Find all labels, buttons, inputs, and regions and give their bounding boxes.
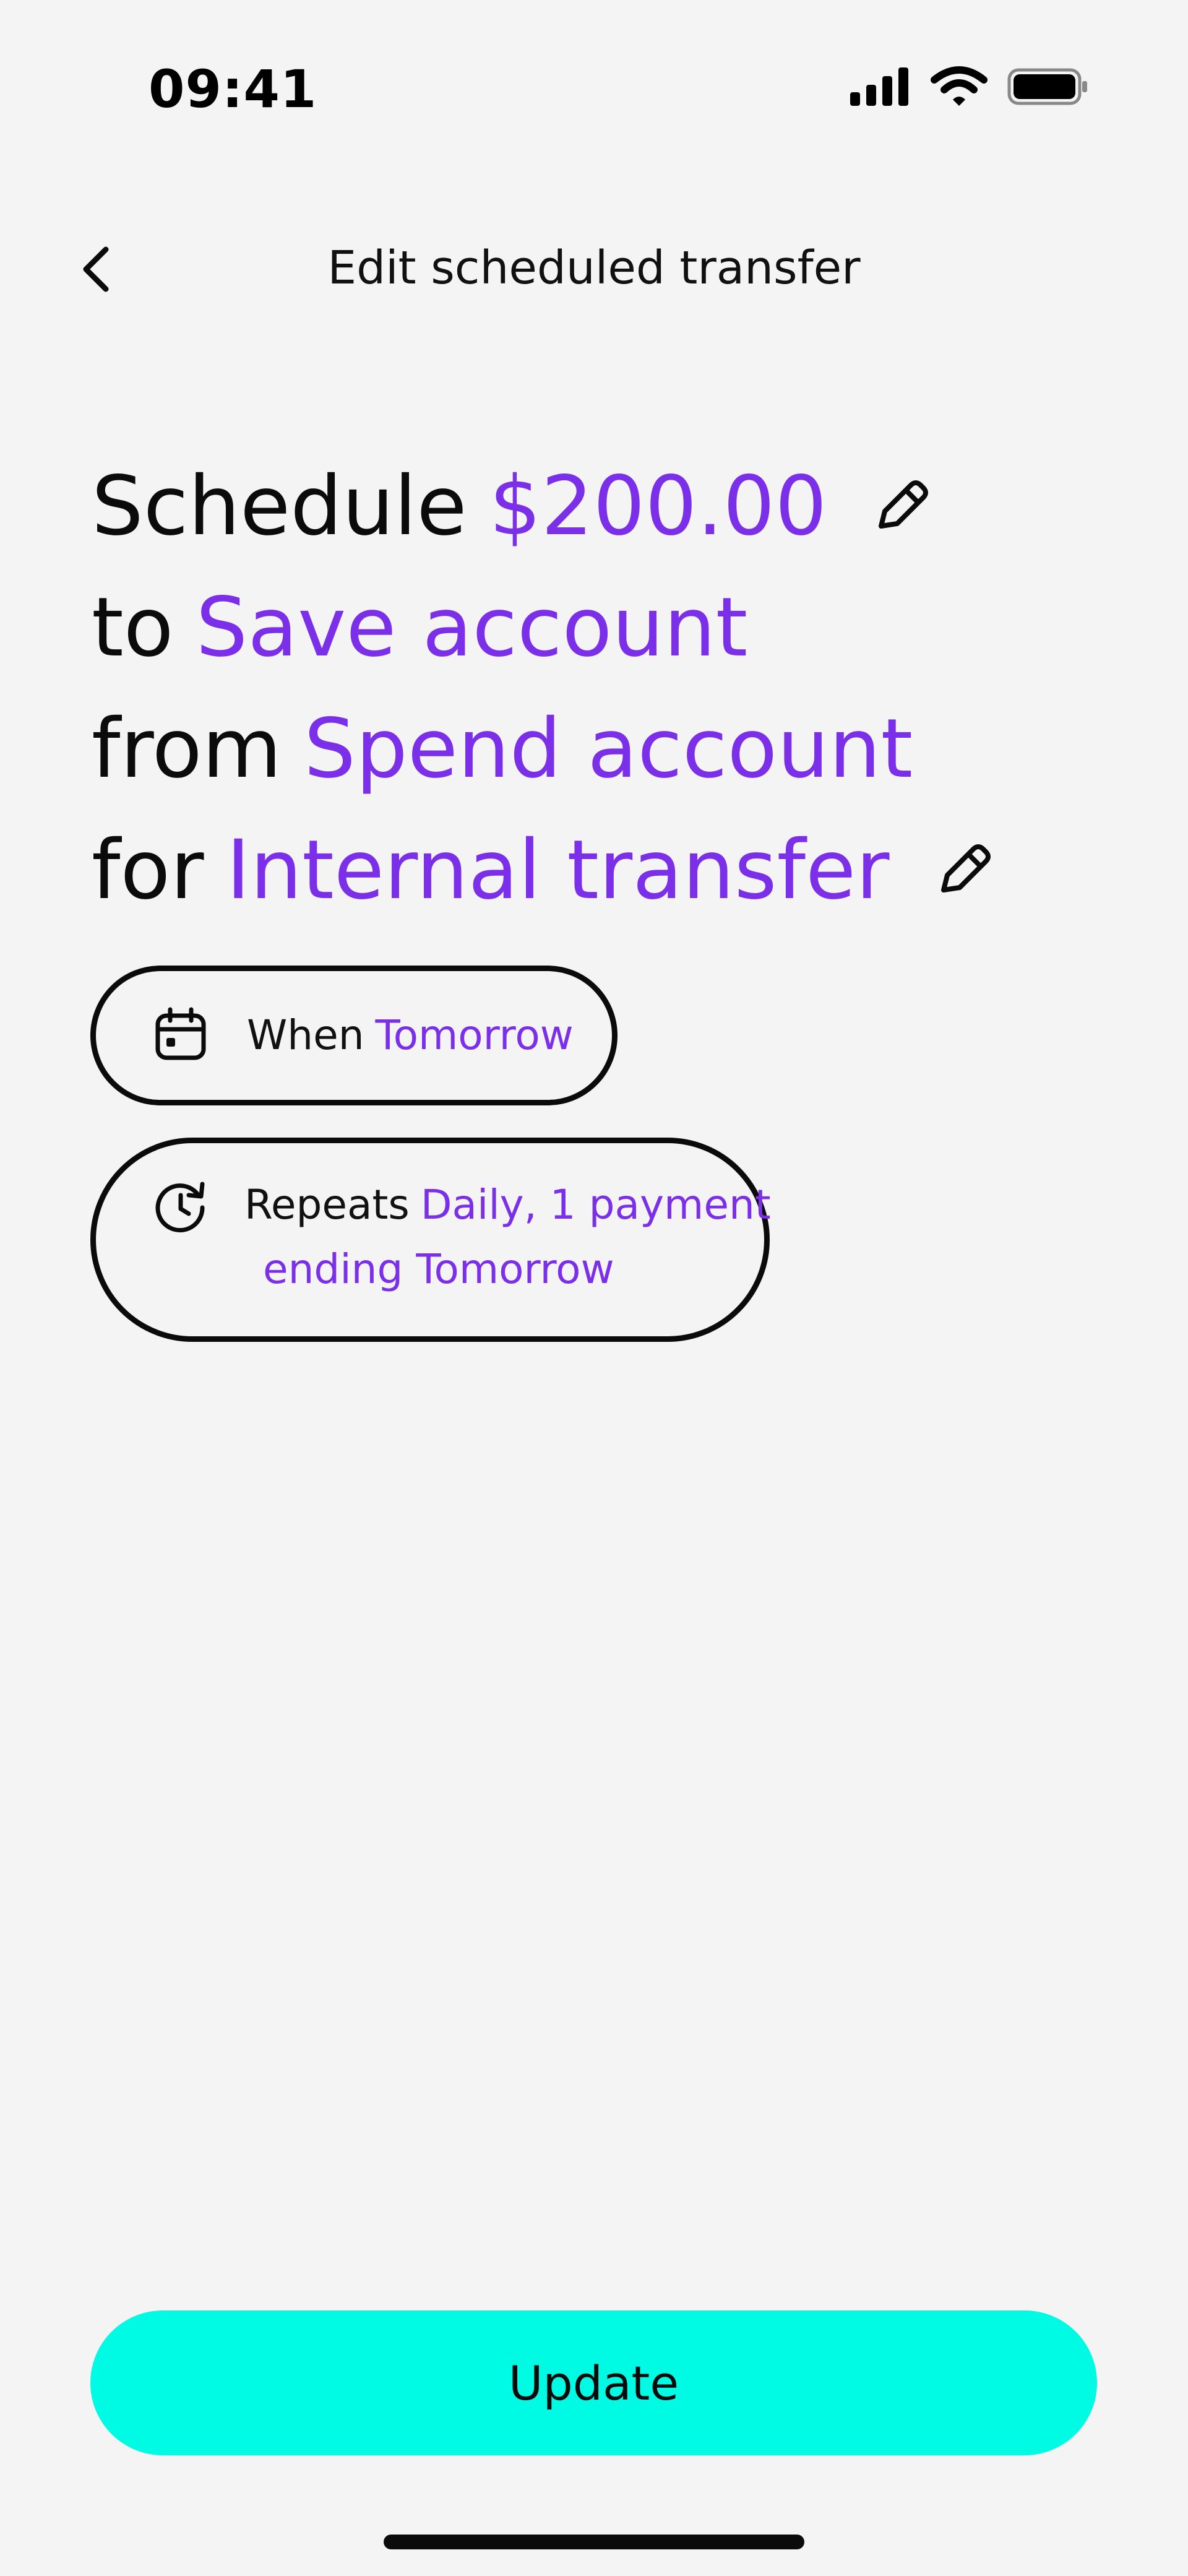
nav-bar: Edit scheduled transfer: [0, 223, 1188, 316]
summary-lead-for: for: [92, 823, 204, 918]
source-account-value[interactable]: Spend account: [304, 708, 913, 790]
when-selector[interactable]: When Tomorrow: [90, 966, 618, 1105]
repeats-label: Repeats: [244, 1181, 410, 1229]
wifi-icon: [931, 66, 988, 106]
update-button[interactable]: Update: [90, 2310, 1097, 2455]
destination-account-value[interactable]: Save account: [196, 587, 748, 668]
when-text: When Tomorrow: [247, 1003, 574, 1068]
repeats-selector[interactable]: Repeats Daily, 1 payment ending Tomorrow: [90, 1138, 771, 1342]
transfer-type-value[interactable]: Internal transfer: [226, 829, 890, 911]
transfer-summary: Schedule $200.00 to Save account from Sp…: [92, 446, 1143, 931]
status-bar: 09:41: [0, 0, 1188, 173]
repeats-value-line1: Daily, 1 payment: [420, 1181, 771, 1229]
status-icons: [849, 65, 1089, 108]
repeats-value-line2: ending Tomorrow: [263, 1245, 614, 1293]
when-label: When: [247, 1011, 364, 1059]
repeats-text-line1: Repeats Daily, 1 payment: [244, 1173, 771, 1237]
calendar-icon: [155, 1007, 206, 1060]
when-value: Tomorrow: [375, 1011, 574, 1059]
edit-amount-button[interactable]: [870, 475, 932, 537]
summary-lead-to: to: [92, 580, 174, 675]
summary-lead-schedule: Schedule: [92, 459, 467, 554]
edit-scheduled-transfer-screen: 09:41 Edit scheduled transfer Schedule $…: [0, 0, 1188, 2576]
repeats-text-line2: ending Tomorrow: [263, 1237, 614, 1302]
status-time: 09:41: [148, 59, 317, 119]
summary-amount-line: Schedule $200.00: [92, 446, 1143, 567]
summary-for-line: for Internal transfer: [92, 810, 1143, 931]
summary-from-line: from Spend account: [92, 688, 1143, 810]
edit-transfer-type-button[interactable]: [932, 839, 994, 901]
battery-icon: [1007, 68, 1087, 105]
pencil-icon: [879, 480, 929, 529]
signal-icon: [850, 67, 908, 106]
repeat-clock-icon: [155, 1182, 205, 1233]
page-title: Edit scheduled transfer: [327, 241, 861, 295]
amount-value[interactable]: $200.00: [489, 465, 827, 547]
summary-to-line: to Save account: [92, 567, 1143, 688]
home-indicator: [384, 2535, 804, 2549]
pencil-icon: [941, 844, 991, 893]
summary-lead-from: from: [92, 701, 282, 797]
